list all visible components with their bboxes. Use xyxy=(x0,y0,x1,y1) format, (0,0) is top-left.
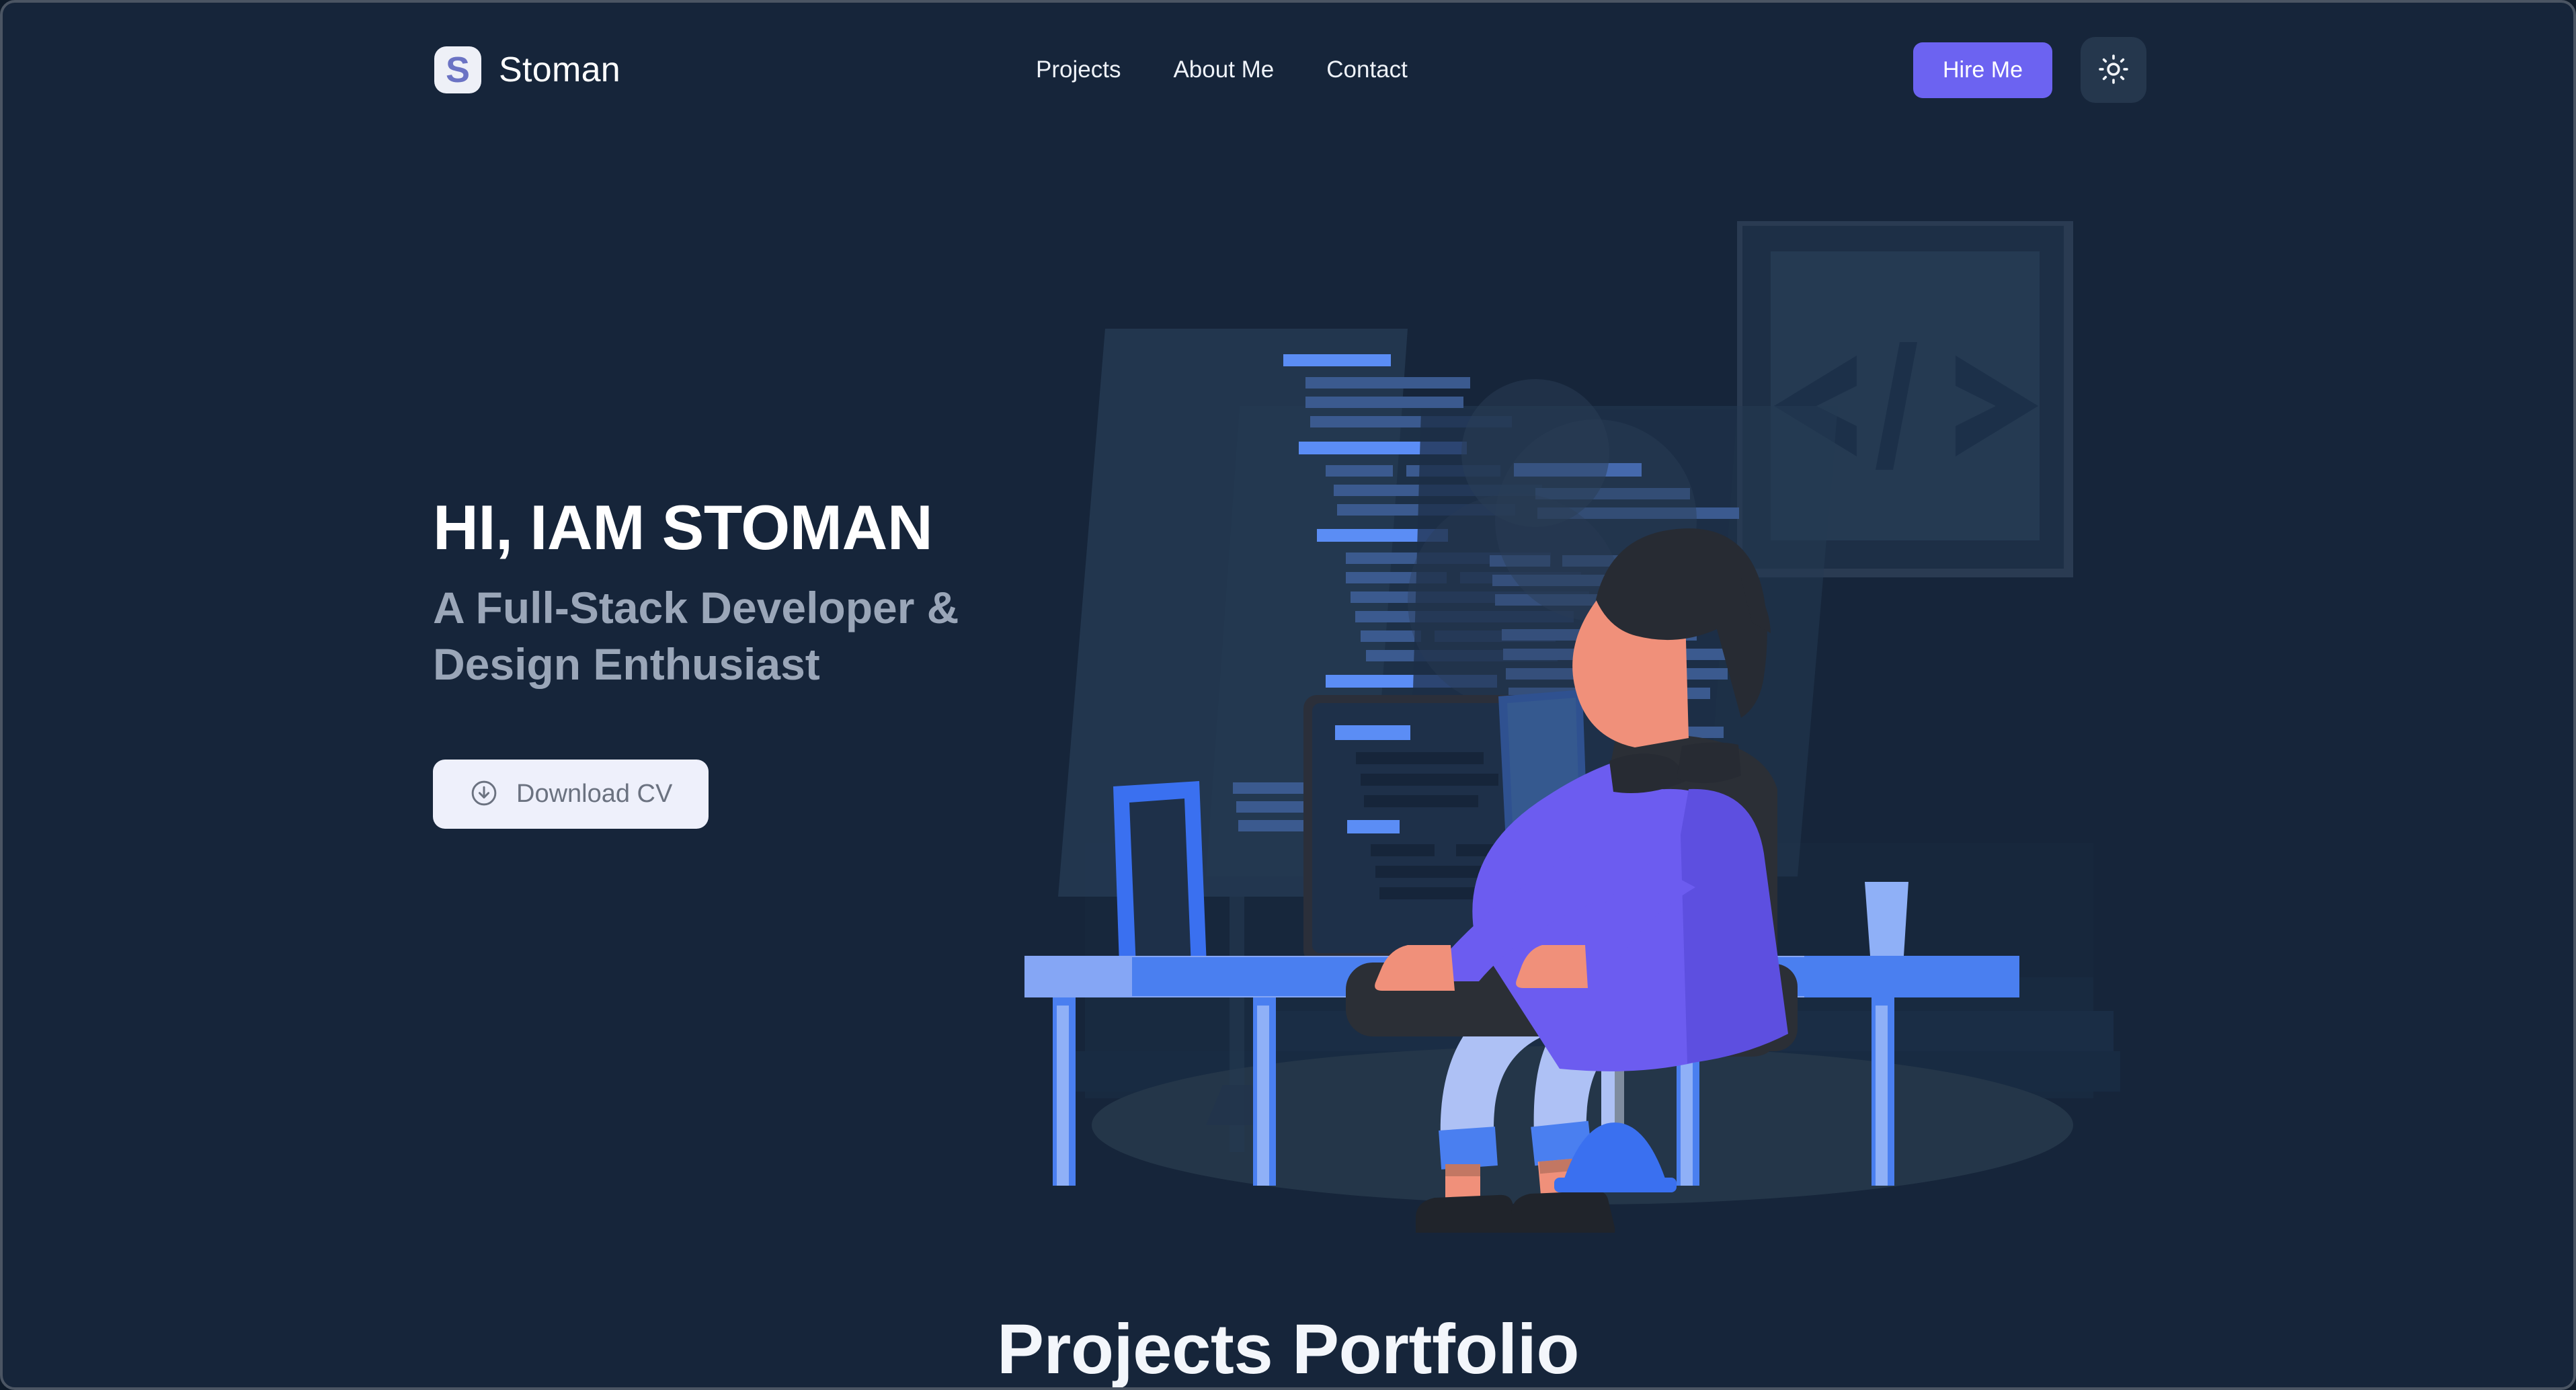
projects-portfolio-heading: Projects Portfolio xyxy=(996,1310,1580,1389)
projects-section: Projects Portfolio xyxy=(3,1314,2573,1387)
hire-me-button[interactable]: Hire Me xyxy=(1913,42,2052,98)
brand-logo[interactable]: S Stoman xyxy=(434,46,620,93)
hero-subtitle: A Full-Stack Developer & Design Enthusia… xyxy=(433,582,959,689)
nav-links: Projects About Me Contact xyxy=(1036,56,1408,83)
top-navbar: S Stoman Projects About Me Contact Hire … xyxy=(3,3,2573,137)
nav-link-about-me[interactable]: About Me xyxy=(1173,56,1274,83)
download-cv-button[interactable]: Download CV xyxy=(433,760,709,829)
hero-section: HI, IAM STOMAN A Full-Stack Developer & … xyxy=(3,137,2573,1253)
brand-name: Stoman xyxy=(499,50,621,89)
page-viewport: S Stoman Projects About Me Contact Hire … xyxy=(0,0,2576,1390)
nav-link-projects[interactable]: Projects xyxy=(1036,56,1121,83)
developer-at-desk-illustration xyxy=(1004,184,2167,1233)
download-circle-icon xyxy=(469,778,499,810)
theme-toggle-button[interactable] xyxy=(2081,37,2146,103)
nav-actions: Hire Me xyxy=(1913,37,2146,103)
nav-link-contact[interactable]: Contact xyxy=(1326,56,1408,83)
svg-text:S: S xyxy=(446,50,470,90)
download-cv-label: Download CV xyxy=(516,780,673,809)
sun-icon xyxy=(2098,54,2129,87)
stoman-logo-icon: S xyxy=(434,46,481,93)
